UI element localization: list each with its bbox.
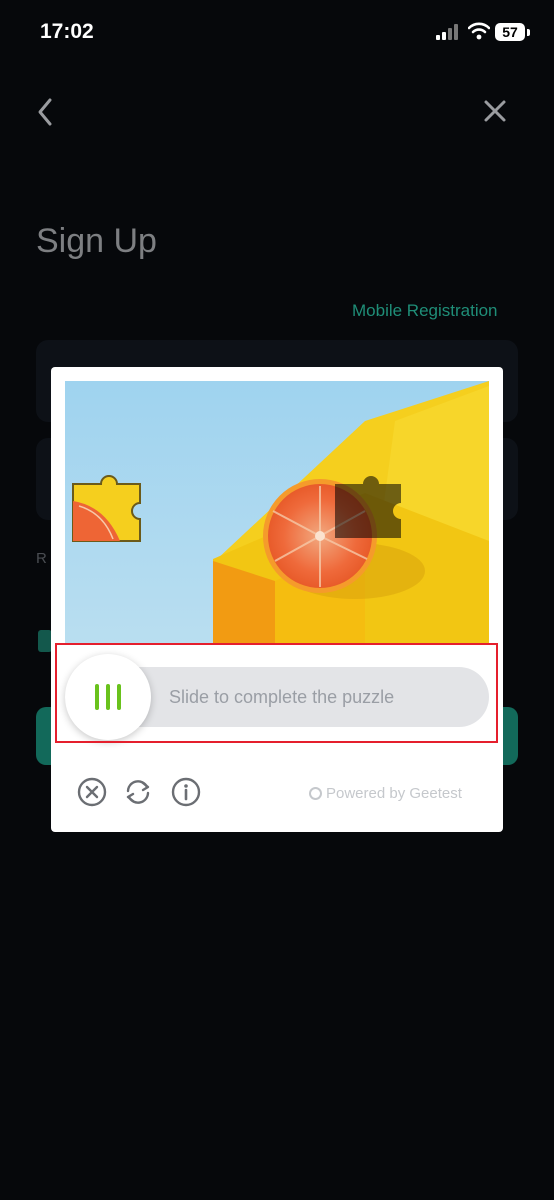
- refresh-icon[interactable]: [123, 777, 153, 807]
- powered-by-label: Powered by Geetest: [309, 785, 462, 802]
- close-circle-icon[interactable]: [77, 777, 107, 807]
- powered-by-text: Powered by Geetest: [326, 785, 462, 802]
- highlight-box: [55, 643, 498, 743]
- captcha-dialog: Slide to complete the puzzle Powered by …: [51, 367, 503, 832]
- geetest-logo-icon: [309, 787, 322, 800]
- puzzle-image: [65, 381, 489, 643]
- puzzle-piece: [72, 475, 141, 542]
- info-icon[interactable]: [171, 777, 201, 807]
